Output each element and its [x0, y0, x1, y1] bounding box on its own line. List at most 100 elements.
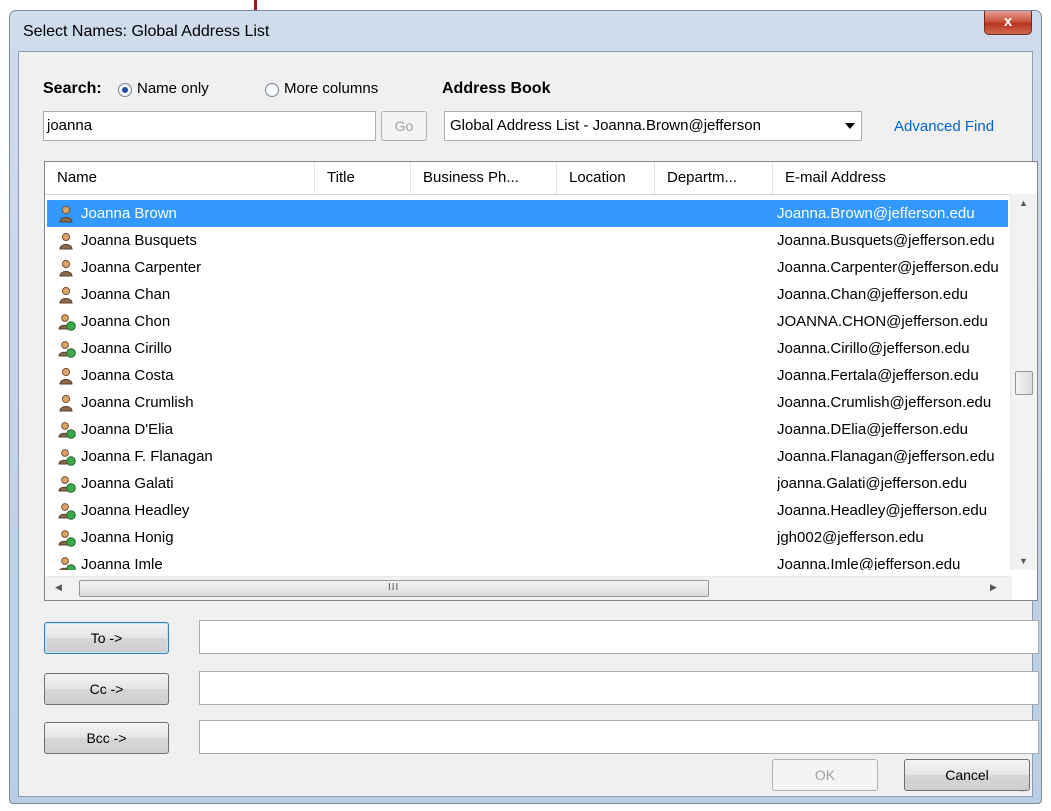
column-header-title[interactable]: Title [315, 162, 411, 194]
contact-email: Joanna.Carpenter@jefferson.edu [777, 259, 999, 276]
resize-grip-icon[interactable]: ⋰ [1021, 783, 1030, 794]
contact-name: Joanna Chon [81, 313, 171, 330]
chevron-down-icon [845, 123, 855, 129]
contact-name: Joanna Headley [81, 502, 190, 519]
list-item[interactable]: Joanna Cirillo Joanna.Cirillo@jefferson.e… [47, 335, 1008, 362]
column-header-location[interactable]: Location [557, 162, 655, 194]
name-only-label[interactable]: Name only [137, 80, 209, 97]
contact-name: Joanna Honig [81, 529, 174, 546]
contact-email: Joanna.Imle@jefferson.edu [777, 556, 961, 570]
mail-user-icon [58, 556, 76, 570]
user-icon [58, 394, 76, 412]
go-button[interactable]: Go [381, 111, 427, 141]
contact-name: Joanna Imle [81, 556, 163, 570]
contact-email: Joanna.Cirillo@jefferson.edu [777, 340, 970, 357]
to-field[interactable] [199, 620, 1039, 654]
contact-email: Joanna.Crumlish@jefferson.edu [777, 394, 992, 411]
contact-email: Joanna.Chan@jefferson.edu [777, 286, 968, 303]
list-item[interactable]: Joanna Headley Joanna.Headley@jefferson.e… [47, 497, 1008, 524]
horizontal-scrollbar[interactable]: ◀ III ▶ [45, 576, 1012, 600]
scroll-right-icon[interactable]: ▶ [990, 582, 997, 593]
advanced-find-link[interactable]: Advanced Find [894, 118, 994, 135]
contact-email: Joanna.Headley@jefferson.edu [777, 502, 988, 519]
list-item[interactable]: Joanna D'Elia Joanna.DElia@jefferson.edu [47, 416, 1008, 443]
contact-email: Joanna.Flanagan@jefferson.edu [777, 448, 995, 465]
user-icon [58, 232, 76, 250]
contact-name: Joanna Brown [81, 205, 177, 222]
cc-button[interactable]: Cc -> [44, 673, 169, 705]
mail-user-icon [58, 421, 76, 439]
user-icon [58, 367, 76, 385]
contact-email: Joanna.Busquets@jefferson.edu [777, 232, 995, 249]
select-names-dialog: Select Names: Global Address List x Sear… [9, 10, 1042, 804]
more-columns-radio[interactable] [265, 83, 279, 97]
user-icon [58, 259, 76, 277]
to-button[interactable]: To -> [44, 622, 169, 654]
list-item[interactable]: Joanna Chon JOANNA.CHON@jefferson.edu [47, 308, 1008, 335]
scroll-down-icon[interactable]: ▼ [1019, 556, 1028, 566]
mail-user-icon [58, 502, 76, 520]
window-title: Select Names: Global Address List [23, 23, 270, 40]
contact-name: Joanna Crumlish [81, 394, 194, 411]
name-only-radio[interactable] [118, 83, 132, 97]
mail-user-icon [58, 529, 76, 547]
title-bar: Select Names: Global Address List x [10, 11, 1041, 51]
contact-name: Joanna Costa [81, 367, 174, 384]
contact-email: Joanna.Fertala@jefferson.edu [777, 367, 979, 384]
list-item[interactable]: Joanna Busquets Joanna.Busquets@jefferson… [47, 227, 1008, 254]
column-header-department[interactable]: Departm... [655, 162, 773, 194]
column-header-name[interactable]: Name [45, 162, 315, 194]
list-item[interactable]: Joanna F. Flanagan Joanna.Flanagan@jeffer… [47, 443, 1008, 470]
user-icon [58, 205, 76, 223]
mail-user-icon [58, 475, 76, 493]
list-rows: Joanna Brown Joanna.Brown@jefferson.edu Jo… [45, 200, 1010, 570]
list-item[interactable]: Joanna Imle Joanna.Imle@jefferson.edu [47, 551, 1008, 570]
cancel-button[interactable]: Cancel [904, 759, 1030, 791]
contact-name: Joanna Galati [81, 475, 174, 492]
mail-user-icon [58, 340, 76, 358]
list-item[interactable]: Joanna Honig jgh002@jefferson.edu [47, 524, 1008, 551]
vertical-scroll-thumb[interactable] [1015, 371, 1033, 395]
search-input[interactable]: joanna [43, 111, 376, 141]
ok-button[interactable]: OK [772, 759, 878, 791]
list-header: Name Title Business Ph... Location Depar… [45, 162, 1037, 195]
list-item[interactable]: Joanna Costa Joanna.Fertala@jefferson.edu [47, 362, 1008, 389]
column-header-email[interactable]: E-mail Address [773, 162, 1037, 194]
list-item[interactable]: Joanna Galati joanna.Galati@jefferson.edu [47, 470, 1008, 497]
address-book-select[interactable]: Global Address List - Joanna.Brown@jeffe… [444, 111, 862, 141]
user-icon [58, 286, 76, 304]
scroll-grip-icon: III [388, 582, 400, 593]
scroll-left-icon[interactable]: ◀ [55, 582, 62, 593]
list-item[interactable]: Joanna Brown Joanna.Brown@jefferson.edu [47, 200, 1008, 227]
dialog-body: Search: Name only More columns Address B… [18, 51, 1039, 797]
horizontal-scroll-thumb[interactable]: III [79, 580, 709, 597]
address-list[interactable]: Name Title Business Ph... Location Depar… [44, 161, 1038, 601]
scroll-up-icon[interactable]: ▲ [1019, 198, 1028, 208]
contact-name: Joanna D'Elia [81, 421, 174, 438]
address-book-value: Global Address List - Joanna.Brown@jeffe… [450, 117, 761, 134]
mail-user-icon [58, 313, 76, 331]
contact-email: JOANNA.CHON@jefferson.edu [777, 313, 988, 330]
contact-email: joanna.Galati@jefferson.edu [777, 475, 968, 492]
contact-name: Joanna Carpenter [81, 259, 202, 276]
bcc-field[interactable] [199, 720, 1039, 754]
contact-name: Joanna Cirillo [81, 340, 172, 357]
contact-email: Joanna.DElia@jefferson.edu [777, 421, 968, 438]
contact-email: jgh002@jefferson.edu [777, 529, 924, 546]
mail-user-icon [58, 448, 76, 466]
contact-name: Joanna Busquets [81, 232, 197, 249]
column-header-business-phone[interactable]: Business Ph... [411, 162, 557, 194]
cc-field[interactable] [199, 671, 1039, 705]
list-item[interactable]: Joanna Chan Joanna.Chan@jefferson.edu [47, 281, 1008, 308]
close-button[interactable]: x [984, 11, 1032, 35]
contact-name: Joanna Chan [81, 286, 171, 303]
search-label: Search: [43, 80, 102, 97]
address-book-label: Address Book [442, 80, 551, 97]
more-columns-label[interactable]: More columns [284, 80, 378, 97]
contact-email: Joanna.Brown@jefferson.edu [777, 205, 975, 222]
list-item[interactable]: Joanna Carpenter Joanna.Carpenter@jeffers… [47, 254, 1008, 281]
bcc-button[interactable]: Bcc -> [44, 722, 169, 754]
contact-name: Joanna F. Flanagan [81, 448, 213, 465]
list-item[interactable]: Joanna Crumlish Joanna.Crumlish@jefferson… [47, 389, 1008, 416]
vertical-scrollbar[interactable]: ▲ ▼ [1010, 194, 1037, 570]
